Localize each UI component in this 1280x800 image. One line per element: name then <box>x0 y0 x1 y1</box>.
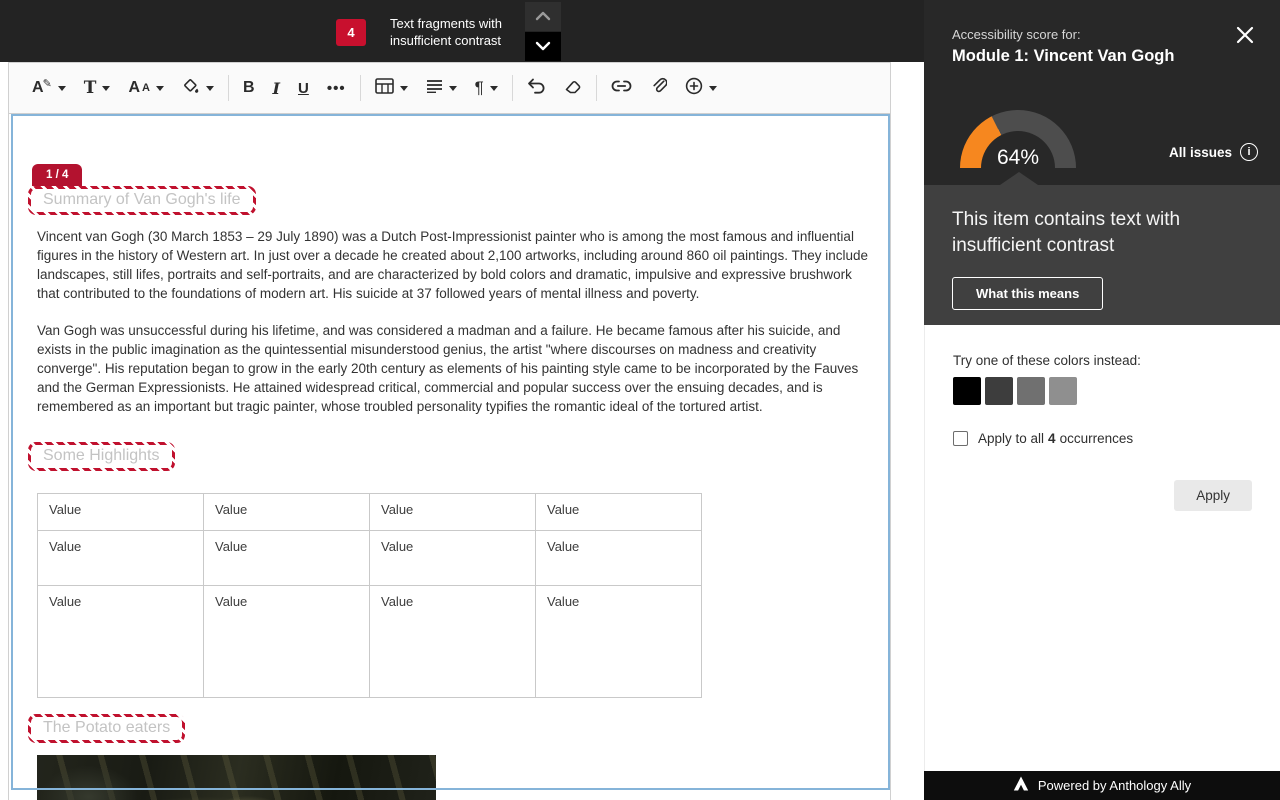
table-cell[interactable]: Value <box>370 586 536 698</box>
plus-circle-icon <box>685 77 703 100</box>
text-style-button[interactable]: T <box>75 68 120 108</box>
color-swatch-dark-gray[interactable] <box>985 377 1013 405</box>
next-occurrence-button[interactable] <box>525 32 561 61</box>
chevron-down-icon <box>102 86 110 91</box>
flagged-heading-potato-eaters[interactable]: The Potato eaters <box>28 714 185 743</box>
toolbar-separator <box>228 75 229 101</box>
flagged-heading-summary[interactable]: Summary of Van Gogh's life <box>28 186 256 215</box>
apply-button[interactable]: Apply <box>1174 480 1252 511</box>
chevron-down-icon <box>400 86 408 91</box>
score-value: 64% <box>960 146 1076 168</box>
color-swatch-light-gray[interactable] <box>1049 377 1077 405</box>
apply-all-label: Apply to all4occurrences <box>978 431 1133 446</box>
occurrence-counter-badge: 1 / 4 <box>32 164 82 186</box>
table-cell[interactable]: Value <box>38 494 204 531</box>
chevron-down-icon <box>206 86 214 91</box>
issue-count-badge: 4 <box>336 19 366 46</box>
chevron-down-icon <box>449 86 457 91</box>
flagged-heading-highlights[interactable]: Some Highlights <box>28 442 175 471</box>
issue-type-label: Text fragments with insufficient contras… <box>390 15 502 49</box>
toolbar-separator <box>596 75 597 101</box>
highlight-color-button[interactable] <box>173 68 223 108</box>
panel-title: Module 1: Vincent Van Gogh <box>952 47 1174 66</box>
paragraph-van-gogh-summary[interactable]: Vincent van Gogh (30 March 1853 – 29 Jul… <box>37 227 870 303</box>
color-swatch-gray[interactable] <box>1017 377 1045 405</box>
table-cell[interactable]: Value <box>38 531 204 586</box>
table-button[interactable] <box>366 68 417 108</box>
apply-all-checkbox[interactable] <box>953 431 968 446</box>
editor-toolbar: A✎ T AA B I U ••• <box>9 63 890 114</box>
score-section: Accessibility score for: Module 1: Vince… <box>924 0 1280 185</box>
footer-text: Powered by Anthology Ally <box>1038 778 1191 793</box>
content-editor: A✎ T AA B I U ••• <box>8 62 891 800</box>
pencil-icon: ✎ <box>43 77 52 90</box>
table-icon <box>375 78 394 99</box>
align-left-icon <box>426 79 443 98</box>
table-cell[interactable]: Value <box>204 586 370 698</box>
table-cell[interactable]: Value <box>536 531 702 586</box>
panel-subtitle: Accessibility score for: <box>952 27 1081 42</box>
apply-all-row[interactable]: Apply to all4occurrences <box>953 431 1133 446</box>
content-table: Value Value Value Value Value Value Valu… <box>37 493 702 698</box>
table-cell[interactable]: Value <box>370 531 536 586</box>
table-row: Value Value Value Value <box>38 494 702 531</box>
issue-message-section: This item contains text with insufficien… <box>924 185 1280 325</box>
table-cell[interactable]: Value <box>38 586 204 698</box>
undo-button[interactable] <box>518 68 555 108</box>
chevron-down-icon <box>709 86 717 91</box>
remediation-section: Try one of these colors instead: Apply t… <box>924 325 1280 771</box>
insert-link-button[interactable] <box>602 68 641 108</box>
table-row: Value Value Value Value <box>38 586 702 698</box>
table-cell[interactable]: Value <box>204 531 370 586</box>
align-button[interactable] <box>417 68 466 108</box>
italic-button[interactable]: I <box>264 68 289 108</box>
chevron-up-icon <box>535 8 551 26</box>
color-swatch-black[interactable] <box>953 377 981 405</box>
link-icon <box>611 79 632 98</box>
paperclip-icon <box>650 77 667 99</box>
remove-formatting-button[interactable] <box>555 68 591 108</box>
paragraph-button[interactable]: ¶ <box>466 68 507 108</box>
close-button[interactable] <box>1234 26 1256 48</box>
more-formatting-button[interactable]: ••• <box>318 68 355 108</box>
color-swatches <box>953 377 1077 405</box>
table-row: Value Value Value Value <box>38 531 702 586</box>
bold-button[interactable]: B <box>234 68 264 108</box>
ally-footer: Powered by Anthology Ally <box>924 771 1280 800</box>
issue-message: This item contains text with insufficien… <box>924 185 1232 259</box>
paint-bucket-icon <box>182 77 200 100</box>
what-this-means-button[interactable]: What this means <box>952 277 1103 310</box>
insert-content-button[interactable] <box>676 68 726 108</box>
table-cell[interactable]: Value <box>536 586 702 698</box>
font-size-button[interactable]: AA <box>119 68 173 108</box>
occurrence-nav <box>525 2 561 61</box>
potato-eaters-image[interactable] <box>37 755 436 800</box>
undo-icon <box>527 78 546 99</box>
ally-accessibility-screen: 4 Text fragments with insufficient contr… <box>0 0 1280 800</box>
chevron-down-icon <box>58 86 66 91</box>
anthology-logo-icon <box>1013 776 1029 796</box>
previous-occurrence-button[interactable] <box>525 2 561 31</box>
issue-navigation-banner: 4 Text fragments with insufficient contr… <box>0 0 924 62</box>
table-cell[interactable]: Value <box>370 494 536 531</box>
close-icon <box>1235 25 1255 50</box>
all-issues-link[interactable]: All issues i <box>1169 143 1258 161</box>
color-suggestion-label: Try one of these colors instead: <box>953 353 1141 368</box>
eraser-icon <box>564 78 582 99</box>
attach-file-button[interactable] <box>641 68 676 108</box>
accessibility-score-gauge: 64% <box>960 110 1076 168</box>
chevron-down-icon <box>490 86 498 91</box>
editor-content[interactable]: 1 / 4 Summary of Van Gogh's life Vincent… <box>12 116 887 800</box>
info-icon[interactable]: i <box>1240 143 1258 161</box>
chevron-down-icon <box>535 38 551 56</box>
ally-feedback-panel: Accessibility score for: Module 1: Vince… <box>924 0 1280 800</box>
text-color-button[interactable]: A✎ <box>23 68 75 108</box>
chevron-down-icon <box>156 86 164 91</box>
table-cell[interactable]: Value <box>536 494 702 531</box>
toolbar-separator <box>360 75 361 101</box>
toolbar-separator <box>512 75 513 101</box>
underline-button[interactable]: U <box>289 68 318 108</box>
paragraph-van-gogh-legacy[interactable]: Van Gogh was unsuccessful during his lif… <box>37 321 870 416</box>
table-cell[interactable]: Value <box>204 494 370 531</box>
